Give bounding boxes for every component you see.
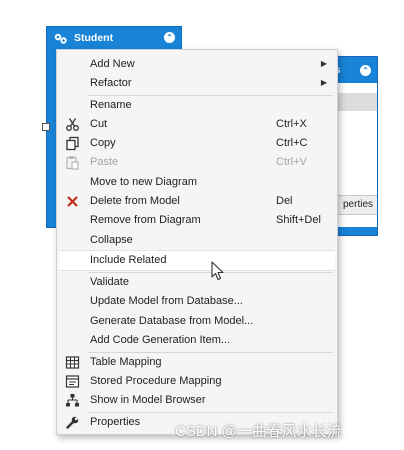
scissors-icon (66, 118, 79, 131)
menu-item-label: Delete from Model (90, 195, 180, 207)
menu-item-label: Cut (90, 118, 108, 130)
menu-item-remove-from-diagram[interactable]: Remove from Diagram Shift+Del (59, 211, 335, 230)
watermark-text: CSDN @一曲春风水长流 (175, 423, 342, 440)
menu-item-shortcut: Ctrl+C (276, 137, 308, 149)
menu-item-label: Table Mapping (90, 356, 162, 368)
menu-item-generate-database-from-model[interactable]: Generate Database from Model... (59, 312, 335, 331)
paste-icon (66, 156, 79, 170)
model-browser-icon (66, 394, 79, 407)
menu-item-add-code-generation-item[interactable]: Add Code Generation Item... (59, 331, 335, 350)
mouse-pointer-icon (211, 261, 224, 281)
menu-item-label: Move to new Diagram (90, 176, 197, 188)
wrench-icon (66, 416, 79, 429)
menu-item-refactor[interactable]: Refactor ▶ (59, 74, 335, 93)
menu-item-shortcut: Ctrl+V (276, 156, 307, 168)
entity-icon (54, 33, 67, 44)
menu-item-label: Stored Procedure Mapping (90, 375, 222, 387)
delete-x-icon (67, 196, 78, 207)
submenu-arrow-icon: ▶ (320, 59, 327, 68)
entity-side-bar (47, 51, 56, 227)
menu-item-label: Include Related (90, 254, 167, 266)
menu-item-move-to-new-diagram[interactable]: Move to new Diagram (59, 173, 335, 192)
submenu-arrow-icon: ▶ (320, 78, 327, 87)
menu-item-collapse[interactable]: Collapse (59, 231, 335, 250)
menu-item-validate[interactable]: Validate (59, 273, 335, 292)
copy-icon (66, 136, 79, 151)
menu-item-label: Update Model from Database... (90, 295, 243, 307)
menu-item-shortcut: Shift+Del (276, 214, 321, 226)
selection-handle[interactable] (42, 123, 50, 131)
menu-item-delete-from-model[interactable]: Delete from Model Del (59, 192, 335, 211)
menu-item-label: Copy (90, 137, 116, 149)
menu-item-label: Show in Model Browser (90, 394, 206, 406)
collapse-toggle-icon[interactable]: ⌃ (164, 32, 175, 43)
navigation-properties-label: perties (342, 199, 373, 210)
menu-item-label: Collapse (90, 234, 133, 246)
menu-item-shortcut: Ctrl+X (276, 118, 307, 130)
context-menu: Add New ▶ Refactor ▶ Rename Cut Ctrl+X C… (56, 49, 338, 435)
stored-procedure-icon (65, 375, 80, 388)
menu-item-shortcut: Del (276, 195, 293, 207)
menu-item-label: Paste (90, 156, 119, 168)
menu-item-label: Validate (90, 276, 129, 288)
menu-item-label: Rename (90, 99, 132, 111)
menu-item-table-mapping[interactable]: Table Mapping (59, 353, 335, 372)
table-mapping-icon (65, 356, 80, 369)
student-entity-title: Student (74, 32, 114, 44)
menu-item-stored-procedure-mapping[interactable]: Stored Procedure Mapping (59, 372, 335, 391)
menu-item-label: Refactor (90, 77, 132, 89)
menu-item-add-new[interactable]: Add New ▶ (59, 55, 335, 74)
menu-item-include-related[interactable]: Include Related (59, 250, 335, 271)
menu-item-copy[interactable]: Copy Ctrl+C (59, 134, 335, 153)
menu-item-paste[interactable]: Paste Ctrl+V (59, 153, 335, 172)
menu-item-show-in-model-browser[interactable]: Show in Model Browser (59, 391, 335, 410)
menu-item-cut[interactable]: Cut Ctrl+X (59, 115, 335, 134)
collapse-toggle-icon[interactable]: ⌃ (360, 65, 371, 76)
menu-item-label: Generate Database from Model... (90, 315, 254, 327)
student-entity-header[interactable]: Student ⌃ (47, 27, 181, 51)
menu-item-label: Add New (90, 58, 135, 70)
menu-item-label: Properties (90, 416, 141, 428)
menu-item-rename[interactable]: Rename (59, 96, 335, 115)
menu-item-label: Add Code Generation Item... (90, 334, 231, 346)
menu-item-label: Remove from Diagram (90, 214, 201, 226)
menu-item-update-model-from-database[interactable]: Update Model from Database... (59, 292, 335, 311)
